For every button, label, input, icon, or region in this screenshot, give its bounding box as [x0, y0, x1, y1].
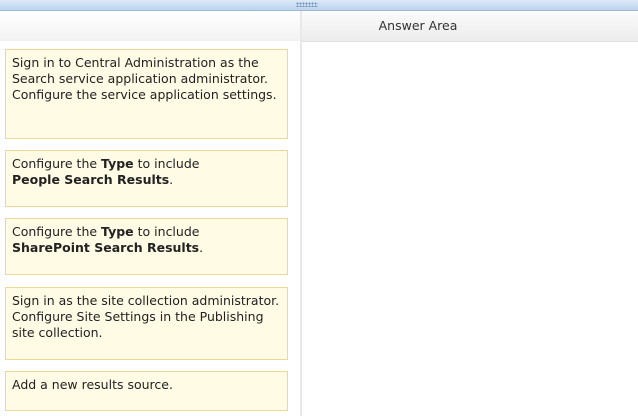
- answer-area-header: Answer Area: [302, 11, 638, 42]
- action-card-text-prefix: Configure the: [12, 156, 102, 171]
- answer-area-title: Answer Area: [378, 18, 458, 33]
- action-card-bold-type: Type: [101, 224, 134, 239]
- action-card-text: Add a new results source.: [12, 377, 173, 392]
- action-card-bold-type: Type: [101, 156, 134, 171]
- action-card-text-middle: to include: [133, 224, 200, 239]
- drag-drop-question: Answer Area Sign in to Central Administr…: [0, 0, 638, 416]
- source-pane-header: [0, 11, 300, 41]
- action-card-text-middle: to include: [133, 156, 200, 171]
- answer-area-pane[interactable]: Answer Area: [302, 11, 638, 416]
- splitter-grip-icon[interactable]: [296, 2, 318, 7]
- action-card-bold-result-type: People Search Results: [12, 172, 170, 187]
- action-card-sign-in-central-admin[interactable]: Sign in to Central Administration as the…: [5, 49, 288, 139]
- action-card-text-prefix: Configure the: [12, 224, 102, 239]
- top-splitter-bar[interactable]: [0, 0, 638, 11]
- action-card-text: Sign in to Central Administration as the…: [12, 55, 277, 102]
- action-card-text-suffix: .: [199, 240, 204, 255]
- action-card-bold-result-type: SharePoint Search Results: [12, 240, 200, 255]
- action-card-add-results-source[interactable]: Add a new results source.: [5, 371, 288, 411]
- action-card-text-suffix: .: [169, 172, 174, 187]
- action-card-sharepoint-search-results[interactable]: Configure the Type to include SharePoint…: [5, 218, 288, 275]
- action-card-people-search-results[interactable]: Configure the Type to include People Sea…: [5, 150, 288, 207]
- action-card-text: Sign in as the site collection administr…: [12, 293, 280, 340]
- action-card-site-collection-admin[interactable]: Sign in as the site collection administr…: [5, 287, 288, 360]
